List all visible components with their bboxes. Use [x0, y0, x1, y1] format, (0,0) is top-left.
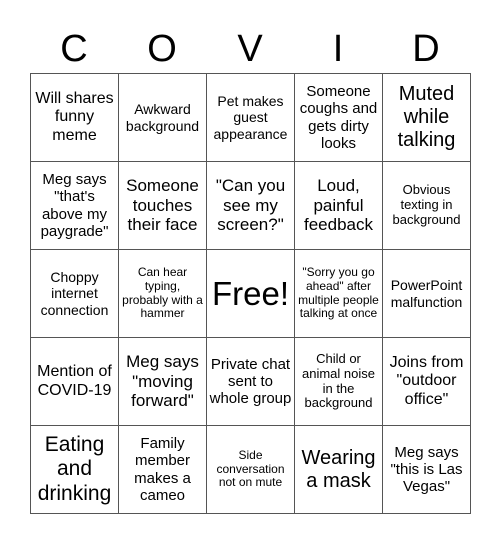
bingo-cell[interactable]: Side conversation not on mute: [207, 426, 295, 514]
bingo-cell[interactable]: Wearing a mask: [295, 426, 383, 514]
bingo-cell[interactable]: Pet makes guest appearance: [207, 74, 295, 162]
header-letter: V: [237, 28, 263, 70]
bingo-cell[interactable]: Private chat sent to whole group: [207, 338, 295, 426]
bingo-header: C O V I D: [30, 26, 470, 72]
header-letter: I: [332, 28, 344, 70]
bingo-cell[interactable]: Meg says "that's above my paygrade": [31, 162, 119, 250]
bingo-cell[interactable]: "Sorry you go ahead" after multiple peop…: [295, 250, 383, 338]
bingo-cell[interactable]: Choppy internet connection: [31, 250, 119, 338]
free-space-cell[interactable]: Free!: [207, 250, 295, 338]
bingo-cell[interactable]: Eating and drinking: [31, 426, 119, 514]
bingo-cell[interactable]: Will shares funny meme: [31, 74, 119, 162]
bingo-cell[interactable]: Can hear typing, probably with a hammer: [119, 250, 207, 338]
bingo-cell[interactable]: Mention of COVID-19: [31, 338, 119, 426]
bingo-cell[interactable]: Someone touches their face: [119, 162, 207, 250]
bingo-cell[interactable]: Awkward background: [119, 74, 207, 162]
bingo-cell[interactable]: Meg says "moving forward": [119, 338, 207, 426]
bingo-cell[interactable]: "Can you see my screen?": [207, 162, 295, 250]
bingo-cell[interactable]: PowerPoint malfunction: [383, 250, 471, 338]
bingo-grid: Will shares funny meme Awkward backgroun…: [30, 73, 471, 514]
header-letter: C: [60, 28, 88, 70]
bingo-cell[interactable]: Joins from "outdoor office": [383, 338, 471, 426]
bingo-cell[interactable]: Muted while talking: [383, 74, 471, 162]
bingo-cell[interactable]: Family member makes a cameo: [119, 426, 207, 514]
bingo-cell[interactable]: Meg says "this is Las Vegas": [383, 426, 471, 514]
header-letter: D: [412, 28, 440, 70]
bingo-cell[interactable]: Obvious texting in background: [383, 162, 471, 250]
bingo-cell[interactable]: Loud, painful feedback: [295, 162, 383, 250]
bingo-cell[interactable]: Someone coughs and gets dirty looks: [295, 74, 383, 162]
header-letter: O: [147, 28, 177, 70]
bingo-cell[interactable]: Child or animal noise in the background: [295, 338, 383, 426]
